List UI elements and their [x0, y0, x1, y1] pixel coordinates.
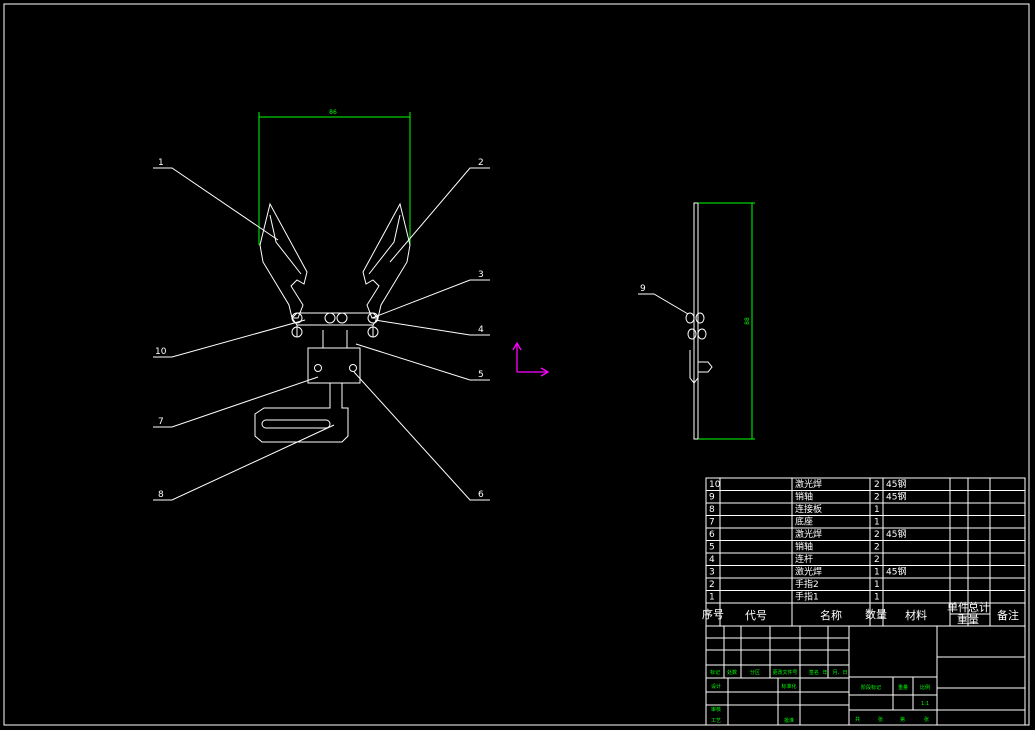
bom-cell-qty: 1 — [874, 518, 880, 528]
bom-row: 4 连杆 2 — [709, 553, 880, 565]
bom-row: 10 激光焊 2 45钢 — [709, 478, 906, 490]
tb-approve: 批准 — [784, 717, 794, 724]
bom-row: 3 激光焊 1 45钢 — [709, 566, 906, 578]
bom-header-qty: 数量 — [865, 608, 887, 621]
svg-text:第: 第 — [900, 716, 905, 723]
bom-cell-name: 激光焊 — [795, 478, 822, 490]
bom-cell-no: 10 — [709, 480, 721, 490]
bom-cell-name: 激光焊 — [795, 566, 822, 578]
callout-9: 9 — [640, 284, 646, 294]
change-row: 标记 处数 分区 更改文件号 签名 年、月、日 — [710, 669, 848, 676]
bom-cell-qty: 1 — [874, 593, 880, 603]
bom-row: 2 手指2 1 — [709, 578, 880, 590]
bom-cell-no: 5 — [709, 543, 715, 553]
plate-slot — [261, 419, 331, 429]
callout-8: 8 — [158, 490, 164, 500]
svg-text:年、月、日: 年、月、日 — [822, 669, 847, 676]
bom-cell-name: 连杆 — [795, 553, 813, 565]
side-view: 88 9 — [638, 202, 755, 440]
bom-cell-name: 激光焊 — [795, 528, 822, 540]
front-view-gripper: 86 — [254, 109, 411, 443]
bom-cell-qty: 2 — [874, 530, 880, 540]
bom-header-remarks: 备注 — [997, 608, 1019, 622]
svg-text:标记: 标记 — [710, 669, 720, 676]
height-dimension-label: 88 — [744, 317, 751, 325]
callout-4: 4 — [478, 325, 484, 335]
tb-scale: 比例 — [920, 684, 930, 691]
bom-table: 10 激光焊 2 45钢 9 销轴 2 45钢 8 连接板 1 7 底座 1 6 激光焊 2 45钢 5 销轴 2 4 连杆… — [702, 477, 1026, 627]
tb-process: 工艺 — [711, 718, 721, 724]
bom-row: 6 激光焊 2 45钢 — [709, 528, 906, 540]
bom-row: 1 手指1 1 — [709, 591, 880, 603]
svg-text:分区: 分区 — [750, 669, 760, 676]
title-block: 标记 处数 分区 更改文件号 签名 年、月、日 设计 标准化 审核 工艺 批准 … — [705, 625, 1026, 726]
cad-drawing-canvas[interactable]: 86 1 2 3 4 5 6 7 8 10 88 9 10 激光焊 2 45钢9… — [0, 0, 1035, 730]
tb-scale-value: 1:1 — [921, 701, 929, 707]
callout-1: 1 — [158, 158, 164, 168]
callout-7: 7 — [158, 417, 164, 427]
bom-cell-qty: 2 — [874, 493, 880, 503]
bom-cell-material: 45钢 — [886, 528, 906, 540]
finger-left — [259, 202, 308, 319]
bom-cell-material: 45钢 — [886, 566, 906, 578]
width-dimension-label: 86 — [329, 109, 337, 116]
bom-cell-name: 销轴 — [795, 491, 813, 503]
bom-cell-qty: 2 — [874, 480, 880, 490]
connecting-plate — [254, 383, 349, 443]
callout-2: 2 — [478, 158, 484, 168]
bom-cell-no: 7 — [709, 518, 715, 528]
svg-text:张: 张 — [924, 716, 929, 723]
bom-cell-name: 销轴 — [795, 541, 813, 553]
tb-weight: 重量 — [898, 684, 908, 691]
bom-cell-material: 45钢 — [886, 491, 906, 503]
bom-cell-no: 4 — [709, 555, 715, 565]
bom-cell-no: 9 — [709, 493, 715, 503]
svg-text:更改文件号: 更改文件号 — [772, 669, 797, 676]
bom-cell-name: 手指1 — [795, 591, 819, 603]
callout-5: 5 — [478, 370, 484, 380]
bom-cell-material: 45钢 — [886, 478, 906, 490]
bom-cell-qty: 1 — [874, 580, 880, 590]
bom-cell-name: 底座 — [795, 516, 813, 528]
bom-header-material: 材料 — [905, 608, 927, 622]
finger-right — [362, 202, 411, 319]
bom-header-total: 总计 — [968, 600, 990, 614]
tb-standardize: 标准化 — [781, 683, 796, 690]
bom-row: 9 销轴 2 45钢 — [709, 491, 906, 503]
svg-text:张: 张 — [878, 716, 883, 723]
bom-header-no: 序号 — [702, 607, 724, 621]
bom-cell-no: 2 — [709, 580, 715, 590]
front-view-callouts: 1 2 3 4 5 6 7 8 10 — [153, 158, 490, 501]
callout-6: 6 — [478, 490, 484, 500]
bom-cell-qty: 1 — [874, 568, 880, 578]
bom-row: 8 连接板 1 — [709, 503, 880, 515]
linkage — [291, 312, 379, 338]
tb-design: 设计 — [711, 683, 721, 690]
svg-text:共: 共 — [855, 716, 860, 723]
svg-text:处数: 处数 — [727, 669, 737, 676]
bom-cell-no: 1 — [709, 593, 715, 603]
tb-review: 审核 — [711, 706, 721, 713]
bom-row: 7 底座 1 — [709, 516, 880, 528]
bom-cell-no: 3 — [709, 568, 715, 578]
svg-text:签名: 签名 — [809, 669, 819, 676]
ucs-icon — [512, 341, 550, 377]
bom-cell-qty: 1 — [874, 505, 880, 515]
bom-cell-qty: 2 — [874, 543, 880, 553]
bom-cell-no: 6 — [709, 530, 715, 540]
bom-cell-name: 手指2 — [795, 578, 819, 590]
callout-3: 3 — [478, 270, 484, 280]
tb-stage-mark: 阶段标记 — [861, 684, 881, 691]
bom-row: 5 销轴 2 — [709, 541, 880, 553]
bom-cell-name: 连接板 — [795, 503, 822, 515]
finger-right-groove — [368, 214, 401, 275]
finger-left-groove — [269, 214, 302, 275]
bom-cell-qty: 2 — [874, 555, 880, 565]
bom-header-name: 名称 — [820, 608, 842, 622]
callout-10: 10 — [155, 347, 167, 357]
bom-header-code: 代号 — [745, 609, 767, 622]
bom-cell-no: 8 — [709, 505, 715, 515]
